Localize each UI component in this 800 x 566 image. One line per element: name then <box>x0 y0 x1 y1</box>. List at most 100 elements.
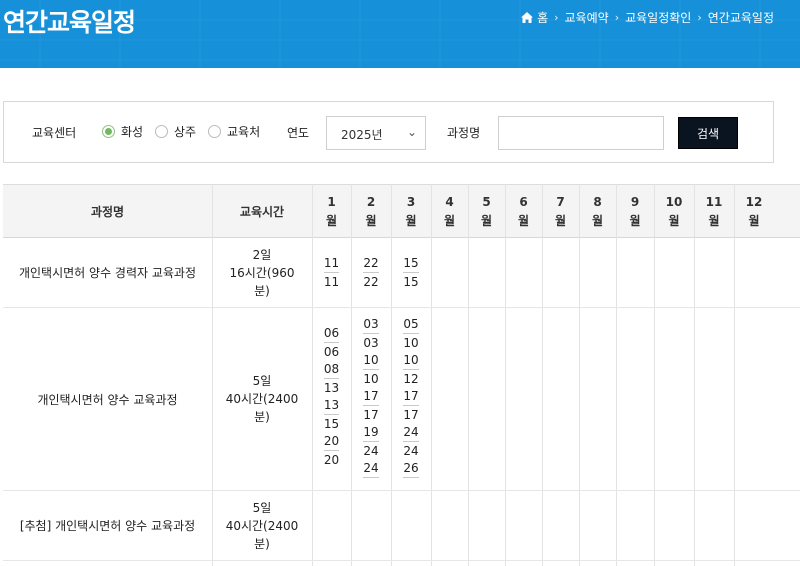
session-start-date: 17 <box>403 388 419 406</box>
radio-label: 화성 <box>121 125 144 139</box>
month-unit: 월 <box>405 213 417 228</box>
duration-days: 2일 <box>252 247 272 262</box>
year-select[interactable]: 2025년 ⌄ <box>326 116 426 150</box>
session-dates[interactable]: 24 <box>363 460 379 478</box>
home-icon[interactable] <box>521 12 534 23</box>
month-unit: 월 <box>325 213 338 228</box>
session-dates[interactable]: 06 06 <box>323 325 340 361</box>
duration-cell: 5일 40시간(2400 분) <box>212 491 312 560</box>
month-unit: 월 <box>517 213 530 228</box>
month-unit: 월 <box>554 213 567 228</box>
session-end-date: 15 <box>323 417 340 431</box>
breadcrumb-current[interactable]: 연간교육일정 <box>708 9 774 26</box>
session-end-date: 03 <box>363 336 379 350</box>
duration-days: 5일 <box>252 374 272 388</box>
month-unit: 월 <box>480 213 493 228</box>
col-header-time: 교육시간 <box>239 205 285 219</box>
session-dates[interactable]: 15 15 <box>403 255 419 291</box>
col-header-month: 6월 <box>505 185 542 238</box>
session-dates[interactable]: 24 24 <box>403 424 419 460</box>
col-header-month: 10 월 <box>654 185 694 238</box>
col-header-course: 과정명 <box>90 205 125 219</box>
month-unit: 월 <box>365 213 377 228</box>
session-dates[interactable]: 17 17 <box>363 388 379 424</box>
radio-circle[interactable] <box>102 125 115 138</box>
month-unit: 월 <box>443 213 456 228</box>
month-number: 6 <box>519 194 528 209</box>
center-label: 교육센터 <box>32 126 77 140</box>
breadcrumb: 홈 › 교육예약 › 교육일정확인 › 연간교육일정 <box>521 9 774 26</box>
session-end-date: 17 <box>363 408 379 422</box>
session-dates[interactable]: 05 10 <box>403 316 419 352</box>
month-unit: 월 <box>708 213 720 228</box>
breadcrumb-reservation[interactable]: 교육예약 <box>565 9 609 26</box>
col-header-month: 12 월 <box>734 185 774 238</box>
month-number: 8 <box>593 194 602 209</box>
session-start-date: 26 <box>403 460 419 478</box>
session-dates[interactable]: 17 17 <box>403 388 419 424</box>
session-dates[interactable]: 10 10 <box>363 352 379 388</box>
session-dates[interactable]: 08 13 <box>323 361 340 397</box>
session-start-date: 05 <box>403 316 419 334</box>
session-end-date: 11 <box>323 275 340 289</box>
col-header-month: 11 월 <box>694 185 734 238</box>
col-header-month: 7월 <box>542 185 579 238</box>
session-end-date: 24 <box>363 444 379 458</box>
session-end-date: 10 <box>363 372 379 386</box>
session-dates[interactable]: 26 <box>403 460 419 478</box>
session-dates[interactable]: 03 03 <box>363 316 379 352</box>
month-number: 3 <box>406 194 416 209</box>
session-dates[interactable]: 20 20 <box>323 433 340 469</box>
month-number: 10 <box>665 194 683 209</box>
col-header-month: 3월 <box>391 185 431 238</box>
session-start-date: 10 <box>403 352 419 370</box>
radio-center-hwaseong[interactable]: 화성 <box>102 123 143 140</box>
duration-days: 5일 <box>252 500 272 515</box>
session-start-date: 24 <box>403 424 419 442</box>
session-dates[interactable]: 11 11 <box>323 255 340 291</box>
session-dates[interactable]: 22 22 <box>363 255 379 291</box>
month-dates-jan: 11 11 <box>312 255 351 291</box>
session-dates[interactable]: 13 15 <box>323 397 340 433</box>
month-dates-jan: 06 06 08 13 13 15 20 20 <box>312 325 351 469</box>
chevron-down-icon: ⌄ <box>406 125 417 139</box>
month-number: 2 <box>366 194 376 209</box>
radio-label: 교육처 <box>227 125 261 139</box>
course-name-cell[interactable]: [추첨] 개인택시면허 양수 교육과정 <box>3 491 212 560</box>
course-name-cell[interactable]: 개인택시면허 양수 교육과정 <box>3 308 212 490</box>
month-number: 7 <box>556 194 565 209</box>
radio-center-education-office[interactable]: 교육처 <box>208 123 260 140</box>
radio-circle[interactable] <box>155 125 168 138</box>
month-number: 4 <box>445 194 454 209</box>
session-start-date: 08 <box>323 361 340 379</box>
session-start-date: 06 <box>323 325 340 343</box>
col-header-month: 9월 <box>616 185 654 238</box>
month-dates-mar: 15 15 <box>391 255 431 291</box>
month-number: 1 <box>327 194 336 209</box>
col-header-month: 5월 <box>468 185 505 238</box>
col-header-month: 4월 <box>431 185 468 238</box>
session-dates[interactable]: 10 12 <box>403 352 419 388</box>
session-dates[interactable]: 19 24 <box>363 424 379 460</box>
course-name-cell[interactable]: 개인택시면허 양수 경력자 교육과정 <box>3 238 212 307</box>
search-button[interactable]: 검색 <box>678 117 738 149</box>
duration-hours: 40시간(2400 <box>225 518 299 533</box>
month-unit: 월 <box>591 213 604 228</box>
month-dates-feb: 03 03 10 10 17 17 19 24 24 <box>351 316 391 478</box>
month-dates-mar: 05 10 10 12 17 17 24 24 26 <box>391 316 431 478</box>
header-banner: 연간교육일정 홈 › 교육예약 › 교육일정확인 › 연간교육일정 <box>0 0 800 68</box>
breadcrumb-home[interactable]: 홈 <box>537 9 548 26</box>
chevron-right-icon: › <box>697 11 702 24</box>
table-row: [추첨] 개인택시면허 양수 교육과정 5일 40시간(2400 분) <box>3 491 800 561</box>
breadcrumb-schedule-check[interactable]: 교육일정확인 <box>625 9 691 26</box>
radio-circle[interactable] <box>208 125 221 138</box>
duration-minutes: 분) <box>254 410 270 424</box>
duration-hours: 16시간(960 <box>229 265 295 280</box>
month-unit: 월 <box>668 213 680 228</box>
course-name-input[interactable] <box>498 116 664 150</box>
month-unit: 월 <box>629 213 641 228</box>
radio-center-sangju[interactable]: 상주 <box>155 123 196 140</box>
col-header-month: 1월 <box>312 185 351 238</box>
duration-hours: 40시간(2400 <box>225 392 299 406</box>
duration-minutes: 분) <box>254 283 270 298</box>
